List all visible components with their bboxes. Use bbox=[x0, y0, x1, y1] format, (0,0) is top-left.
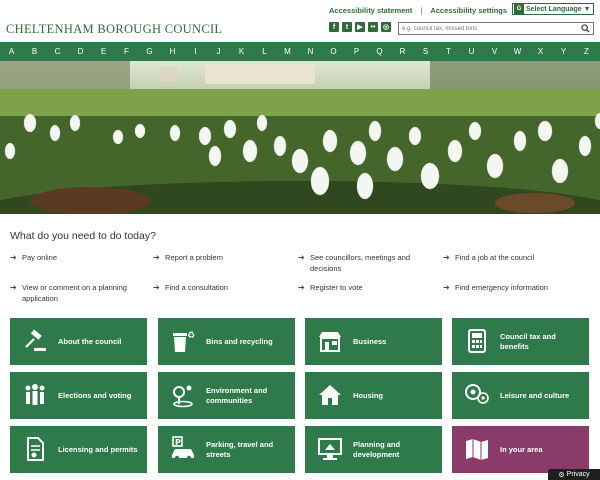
site-header: CHELTENHAM BOROUGH COUNCIL Accessibility… bbox=[0, 0, 600, 42]
arrow-icon: ➔ bbox=[443, 253, 450, 262]
snowdrops-photo bbox=[0, 61, 600, 214]
tile-business[interactable]: Business bbox=[305, 318, 442, 365]
football-icon bbox=[465, 384, 489, 404]
tile-licensing-permits[interactable]: Licensing and permits bbox=[10, 426, 147, 473]
facebook-icon[interactable]: f bbox=[329, 22, 339, 32]
link-separator: | bbox=[420, 6, 423, 15]
a-z-letter-h[interactable]: H bbox=[161, 47, 184, 56]
arrow-icon: ➔ bbox=[153, 253, 160, 262]
search-box bbox=[398, 22, 594, 35]
instagram-icon[interactable]: ◎ bbox=[381, 22, 391, 32]
environment-icon bbox=[173, 385, 193, 408]
tile-in-your-area[interactable]: In your area bbox=[452, 426, 589, 473]
people-icon bbox=[25, 384, 45, 405]
a-z-letter-c[interactable]: C bbox=[46, 47, 69, 56]
a-z-letter-b[interactable]: B bbox=[23, 47, 46, 56]
a-z-letter-t[interactable]: T bbox=[437, 47, 460, 56]
svg-text:P: P bbox=[175, 438, 181, 447]
a-z-letter-k[interactable]: K bbox=[230, 47, 253, 56]
google-translate-icon: G bbox=[514, 4, 524, 14]
svg-text:♻: ♻ bbox=[187, 331, 195, 341]
site-logo[interactable]: CHELTENHAM BOROUGH COUNCIL bbox=[6, 22, 222, 37]
a-z-letter-e[interactable]: E bbox=[92, 47, 115, 56]
a-z-letter-a[interactable]: A bbox=[0, 47, 23, 56]
privacy-icon: ⚙ bbox=[558, 471, 565, 479]
a-z-letter-n[interactable]: N bbox=[299, 47, 322, 56]
a-z-bar: ABCDEFGHIJKLMNOPQRSTUVWXYZ bbox=[0, 42, 600, 61]
tile-planning-development[interactable]: Planning and development bbox=[305, 426, 442, 473]
twitter-icon[interactable]: t bbox=[342, 22, 352, 32]
language-label: Select Language bbox=[526, 5, 582, 13]
licence-icon bbox=[27, 437, 44, 461]
tile-council-tax[interactable]: Council tax and benefits bbox=[452, 318, 589, 365]
arrow-icon: ➔ bbox=[10, 253, 17, 262]
search-input[interactable] bbox=[402, 23, 577, 34]
social-links: f t ▶ •• ◎ bbox=[329, 22, 391, 32]
a-z-letter-y[interactable]: Y bbox=[552, 47, 575, 56]
tile-environment[interactable]: Environment and communities bbox=[158, 372, 295, 419]
a-z-letter-w[interactable]: W bbox=[506, 47, 529, 56]
monitor-icon bbox=[318, 438, 342, 460]
arrow-icon: ➔ bbox=[10, 283, 17, 292]
arrow-icon: ➔ bbox=[298, 253, 305, 262]
tile-housing[interactable]: Housing bbox=[305, 372, 442, 419]
bin-icon: ♻ bbox=[173, 331, 195, 352]
tile-leisure-culture[interactable]: Leisure and culture bbox=[452, 372, 589, 419]
a-z-letter-d[interactable]: D bbox=[69, 47, 92, 56]
tile-bins-recycling[interactable]: ♻ Bins and recycling bbox=[158, 318, 295, 365]
tile-elections-voting[interactable]: Elections and voting bbox=[10, 372, 147, 419]
a-z-letter-q[interactable]: Q bbox=[368, 47, 391, 56]
youtube-icon[interactable]: ▶ bbox=[355, 22, 365, 32]
a-z-letter-u[interactable]: U bbox=[460, 47, 483, 56]
house-icon bbox=[319, 385, 341, 405]
a-z-letter-i[interactable]: I bbox=[184, 47, 207, 56]
a-z-letter-g[interactable]: G bbox=[138, 47, 161, 56]
language-selector[interactable]: G Select Language ▼ bbox=[512, 3, 594, 15]
arrow-icon: ➔ bbox=[153, 283, 160, 292]
a-z-letter-j[interactable]: J bbox=[207, 47, 230, 56]
top-links: Accessibility statement | Accessibility … bbox=[329, 6, 507, 15]
calculator-icon bbox=[468, 329, 486, 353]
a-z-letter-s[interactable]: S bbox=[414, 47, 437, 56]
section-heading: What do you need to do today? bbox=[10, 230, 156, 242]
search-icon[interactable] bbox=[581, 24, 590, 33]
accessibility-settings-link[interactable]: Accessibility settings bbox=[430, 6, 507, 15]
tile-parking-travel[interactable]: P Parking, travel and streets bbox=[158, 426, 295, 473]
a-z-letter-v[interactable]: V bbox=[483, 47, 506, 56]
arrow-icon: ➔ bbox=[298, 283, 305, 292]
dropdown-arrow-icon: ▼ bbox=[583, 5, 591, 13]
tile-about-council[interactable]: About the council bbox=[10, 318, 147, 365]
a-z-letter-r[interactable]: R bbox=[391, 47, 414, 56]
map-icon bbox=[466, 439, 488, 460]
a-z-letter-z[interactable]: Z bbox=[575, 47, 598, 56]
privacy-button[interactable]: ⚙ Privacy bbox=[548, 469, 600, 480]
a-z-letter-f[interactable]: F bbox=[115, 47, 138, 56]
shop-icon bbox=[319, 332, 341, 352]
a-z-letter-o[interactable]: O bbox=[322, 47, 345, 56]
a-z-letter-l[interactable]: L bbox=[253, 47, 276, 56]
a-z-letter-p[interactable]: P bbox=[345, 47, 368, 56]
flickr-icon[interactable]: •• bbox=[368, 22, 378, 32]
a-z-letter-m[interactable]: M bbox=[276, 47, 299, 56]
car-icon: P bbox=[172, 436, 194, 461]
arrow-icon: ➔ bbox=[443, 283, 450, 292]
gavel-icon bbox=[25, 329, 46, 351]
accessibility-statement-link[interactable]: Accessibility statement bbox=[329, 6, 412, 15]
hero-image bbox=[0, 61, 600, 214]
a-z-letter-x[interactable]: X bbox=[529, 47, 552, 56]
